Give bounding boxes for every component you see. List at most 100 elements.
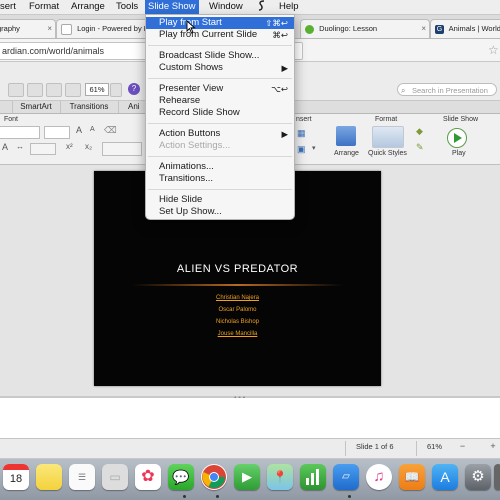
facetime-icon[interactable]: ▶ [234,464,260,490]
font-color-icon[interactable]: A [2,142,8,152]
font-style-buttons[interactable] [30,143,56,155]
app-icon[interactable]: ▭ [102,464,128,490]
menu-item-action-buttons[interactable]: Action Buttons ▶ [146,128,294,140]
new-slide-icon[interactable] [8,83,24,97]
arrange-icon[interactable] [336,126,356,146]
superscript-icon[interactable]: x² [66,142,73,151]
menu-arrange[interactable]: Arrange [68,0,108,14]
open-icon[interactable] [27,83,43,97]
ibooks-icon[interactable]: 📖 [399,464,425,490]
itunes-icon[interactable]: ♫ [366,464,392,490]
chrome-icon[interactable] [201,464,227,490]
menu-item-broadcast[interactable]: Broadcast Slide Show... [146,50,294,62]
credit-line-4[interactable]: Jouse Mancilla [94,331,381,337]
credit-line-2[interactable]: Oscar Palomo [94,307,381,313]
messages-icon[interactable]: 💬 [168,464,194,490]
save-icon[interactable] [46,83,62,97]
menu-window[interactable]: Window [206,0,246,14]
status-zoom-value[interactable]: 61% [427,442,442,451]
numbers-icon[interactable] [300,464,326,490]
tab-animations[interactable]: Ani [118,101,146,113]
submenu-arrow-icon: ▶ [281,129,288,139]
tab-transitions[interactable]: Transitions [60,101,119,113]
menu-item-hide-slide[interactable]: Hide Slide [146,194,294,206]
zoom-dropdown-icon[interactable] [110,83,122,97]
fill-icon[interactable]: ◆ [416,126,423,137]
credit-line-3[interactable]: Nicholas Bishop [94,319,381,325]
shortcut: ⌥↩ [271,84,288,94]
play-button[interactable] [447,128,467,148]
search-input[interactable]: ⌕ Search in Presentation [397,83,497,96]
menu-item-custom-shows[interactable]: Custom Shows ▶ [146,62,294,74]
page-icon [61,23,72,35]
print-icon[interactable] [65,83,81,97]
slide-count: Slide 1 of 6 [356,442,394,451]
system-preferences-icon[interactable]: ⚙ [465,464,491,490]
insert-dropdown-icon[interactable]: ▾ [312,144,316,152]
font-group-label: Font [4,116,19,123]
tab-smartart[interactable]: SmartArt [12,101,61,113]
calendar-icon[interactable]: 18 [3,464,29,490]
menu-help[interactable]: Help [276,0,302,14]
tab-4-label: Animals | World [448,24,500,33]
browser-tab-3[interactable]: Duolingo: Lesson × [300,19,430,38]
credit-line-1[interactable]: Christian Najera [94,295,381,301]
menu-item-animations[interactable]: Animations... [146,161,294,173]
subscript-icon[interactable]: x₂ [85,142,92,151]
menu-slide-show[interactable]: Slide Show [145,0,199,14]
menu-tools[interactable]: Tools [113,0,141,14]
font-size-select[interactable] [44,126,70,139]
photos-icon[interactable]: ✿ [135,464,161,490]
zoom-out-icon[interactable]: − [458,441,467,454]
menu-item-record-slide-show[interactable]: Record Slide Show [146,107,294,119]
keynote-icon[interactable]: ▱ [333,464,359,490]
picture-icon[interactable]: ▦ [297,128,306,139]
quick-styles-icon[interactable] [372,126,404,148]
arrange-label[interactable]: Arrange [334,150,359,157]
menu-item-play-from-current-slide[interactable]: Play from Current Slide ⌘↩ [146,29,294,41]
slide-title[interactable]: ALIEN VS PREDATOR [94,263,381,275]
running-indicator [216,495,219,498]
notes-pane[interactable] [0,398,500,439]
font-name-select[interactable] [0,126,40,139]
text-effects-buttons[interactable] [102,142,142,156]
decrease-font-icon[interactable]: A [90,126,95,133]
divider [345,441,346,456]
maps-icon[interactable]: 📍 [267,464,293,490]
app-icon[interactable] [494,464,500,490]
menu-separator [148,45,292,46]
close-tab-icon[interactable]: × [421,20,426,38]
browser-tab-1[interactable]: graphy × [0,19,56,38]
menu-item-transitions[interactable]: Transitions... [146,173,294,185]
line-icon[interactable]: ✎ [416,142,424,153]
browser-tab-2[interactable]: Login - Powered by B [56,19,150,38]
menu-item-set-up-show[interactable]: Set Up Show... [146,206,294,218]
help-icon[interactable]: ? [128,83,140,95]
menu-insert[interactable]: sert [0,0,19,14]
bookmark-star-icon[interactable]: ☆ [488,43,499,57]
quick-styles-label[interactable]: Quick Styles [368,150,407,157]
reminders-icon[interactable]: ☰ [69,464,95,490]
app-store-icon[interactable]: A [432,464,458,490]
browser-tab-4[interactable]: G Animals | World [430,19,500,38]
notes-icon[interactable] [36,464,62,490]
play-label[interactable]: Play [452,150,466,157]
clear-format-icon[interactable]: ⌫ [104,125,117,136]
tab-2-label: Login - Powered by B [77,24,149,33]
running-indicator [348,495,351,498]
menu-item-rehearse[interactable]: Rehearse [146,95,294,107]
menu-format[interactable]: Format [26,0,62,14]
menu-item-play-from-start[interactable]: Play from Start ⇧⌘↩ [146,17,294,29]
menu-separator [148,78,292,79]
menu-item-presenter-view[interactable]: Presenter View ⌥↩ [146,83,294,95]
guardian-icon: G [435,24,444,34]
textbox-icon[interactable]: ▣ [297,144,306,155]
script-icon[interactable] [255,0,269,14]
format-group-label: Format [375,116,398,123]
menu-separator [148,189,292,190]
zoom-select[interactable]: 61% [85,83,109,96]
char-spacing-icon[interactable]: ↔ [16,142,24,151]
zoom-in-icon[interactable]: + [488,441,498,454]
close-tab-icon[interactable]: × [47,20,52,38]
increase-font-icon[interactable]: A [76,125,82,135]
